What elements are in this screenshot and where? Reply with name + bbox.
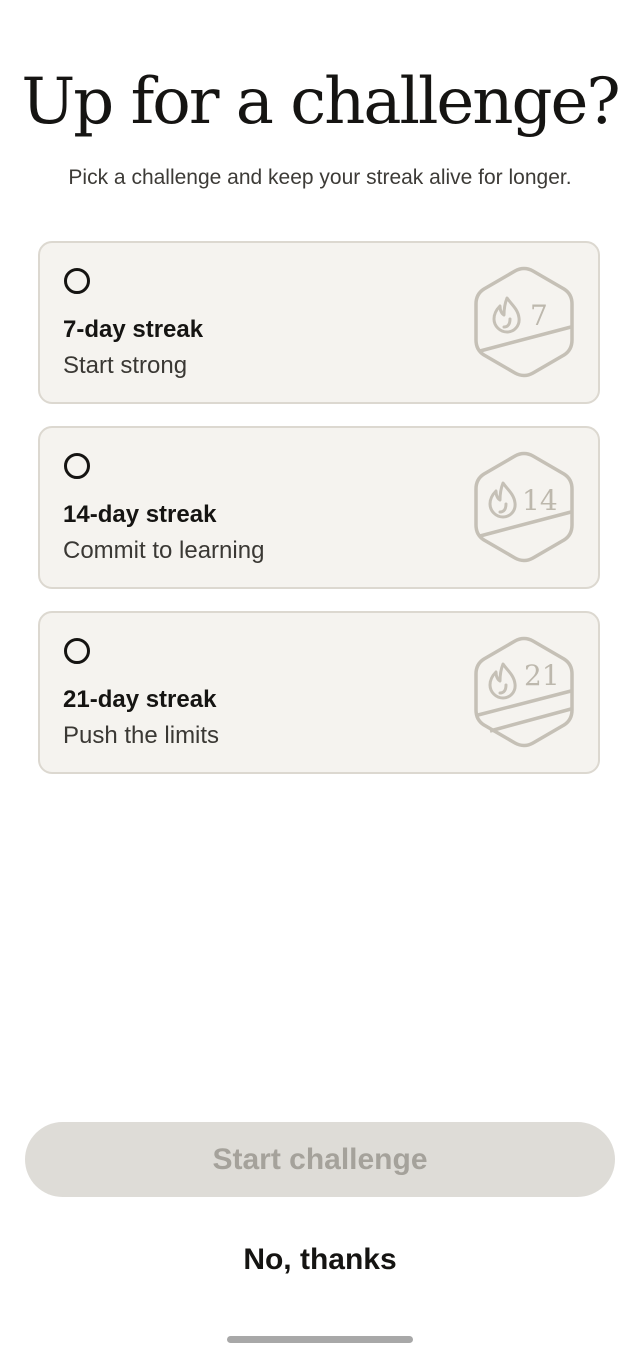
badge-number: 21	[524, 659, 560, 692]
challenge-option-14-day[interactable]: 14-day streak Commit to learning 14	[38, 426, 600, 589]
challenge-option-7-day[interactable]: 7-day streak Start strong 7	[38, 241, 600, 404]
flame-icon	[492, 296, 521, 334]
radio-unselected-icon[interactable]	[64, 268, 90, 294]
no-thanks-button[interactable]: No, thanks	[120, 1236, 520, 1284]
challenge-title: 7-day streak	[63, 316, 204, 343]
radio-unselected-icon[interactable]	[64, 453, 90, 479]
challenge-option-21-day[interactable]: 21-day streak Push the limits 21	[38, 611, 600, 774]
challenge-title: 21-day streak	[63, 686, 217, 713]
radio-unselected-icon[interactable]	[64, 638, 90, 664]
challenge-title: 14-day streak	[63, 501, 217, 528]
hexagon-flame-badge-icon: 21	[472, 636, 576, 748]
badge-number: 7	[530, 299, 548, 332]
flame-icon	[488, 481, 517, 519]
home-indicator[interactable]	[227, 1336, 413, 1343]
challenge-subtitle: Start strong	[63, 352, 188, 379]
badge-number: 14	[522, 484, 558, 517]
hexagon-flame-badge-icon: 14	[472, 451, 576, 563]
page-subtitle: Pick a challenge and keep your streak al…	[68, 166, 572, 189]
challenge-subtitle: Commit to learning	[63, 537, 265, 564]
hexagon-flame-badge-icon: 7	[472, 266, 576, 378]
start-challenge-button[interactable]: Start challenge	[25, 1122, 615, 1197]
page-title: Up for a challenge?	[21, 65, 620, 139]
flame-icon	[488, 662, 517, 700]
challenge-subtitle: Push the limits	[63, 722, 220, 749]
